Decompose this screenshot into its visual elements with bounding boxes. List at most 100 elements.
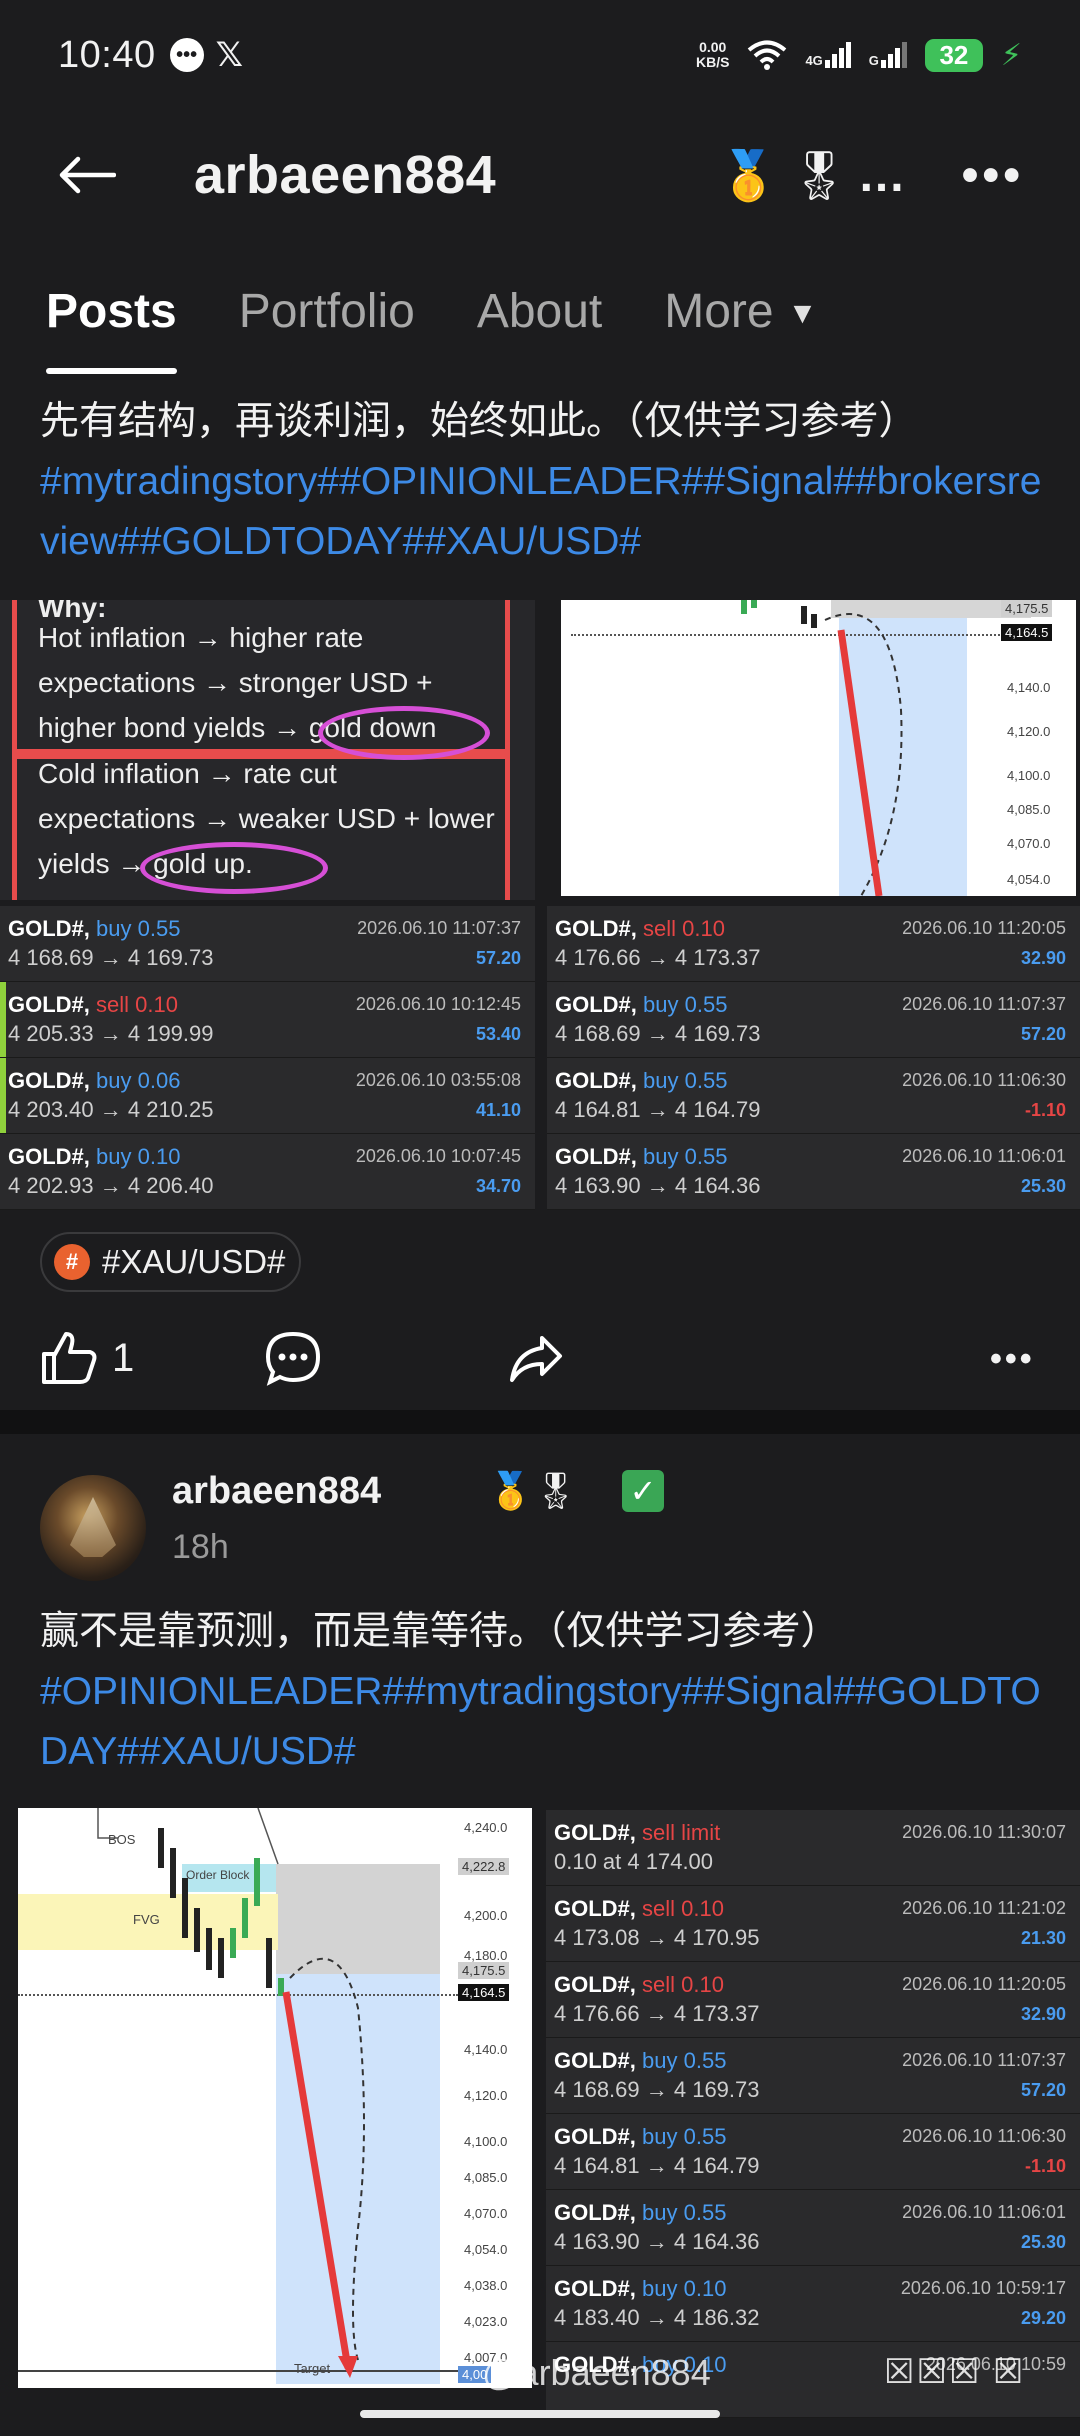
trade-history[interactable]: GOLD#, sell limit 2026.06.10 11:30:07 0.… [546,1810,1080,2418]
profile-username: arbaeen884 [194,145,497,205]
signal-4g-icon: 4G [805,42,851,68]
comment-button[interactable] [264,1330,322,1386]
tab-posts[interactable]: Posts [46,270,177,374]
trade-row: GOLD#, buy 0.55 2026.06.10 11:06:01 4 16… [547,1134,1080,1210]
post-image-notes[interactable]: Why: Hot inflation → higher rate expecta… [0,600,535,900]
profile-header: arbaeen884 🥇 🎖 ... ••• [0,120,1080,230]
note-line: expectations → stronger USD + [38,667,433,698]
post-text: 赢不是靠预测，而是靠等待。（仅供学习参考） [40,1610,840,1653]
post-more-button[interactable]: ••• [990,1340,1035,1379]
tab-more[interactable]: More ▼ [664,270,817,374]
trade-row: GOLD#, buy 0.06 2026.06.10 03:55:08 4 20… [0,1058,535,1134]
axis-label: 4,180.0 [464,1948,508,1963]
verified-check-icon: ✓ [622,1470,664,1512]
trade-row: GOLD#, buy 0.55 2026.06.10 11:06:30 4 16… [547,1058,1080,1134]
share-button[interactable] [508,1330,564,1386]
post-hashtags[interactable]: #OPINIONLEADER##mytradingstory##Signal##… [40,1662,1050,1782]
back-arrow-icon[interactable] [56,142,136,209]
like-button[interactable]: 1 [40,1330,134,1386]
more-options-icon[interactable]: ••• [962,148,1024,203]
like-count: 1 [112,1335,135,1380]
military-medal-icon[interactable]: 🎖 [789,147,850,204]
trade-arrow [741,600,903,896]
tab-portfolio[interactable]: Portfolio [239,270,415,374]
axis-label: 4,100.0 [1007,768,1051,783]
thumbs-up-icon [42,1332,97,1384]
axis-label: 4,240.0 [464,1820,508,1835]
chart-drawing [97,1808,365,2378]
post-body[interactable]: 先有结构，再谈利润，始终如此。（仅供学习参考） #mytradingstory#… [40,392,1050,572]
trade-row: GOLD#, sell limit 2026.06.10 11:30:07 0.… [546,1810,1080,1886]
axis-label: 4,054.0 [1007,872,1051,887]
axis-label: 4,120.0 [1007,724,1051,739]
x-notification-icon: 𝕏 [215,36,243,74]
comment-icon [265,1331,321,1386]
home-indicator[interactable] [360,2410,720,2418]
price-tag: 4,222.8 [458,1858,510,1875]
order-block-label: Order Block [186,1868,250,1882]
battery-indicator: 32 [924,38,983,72]
more-options-icon: ••• [990,1340,1035,1378]
axis-label: 4,140.0 [464,2042,508,2057]
bos-label: BOS [108,1832,136,1847]
trade-row: GOLD#, buy 0.10 2026.06.10 10:07:45 4 20… [0,1134,535,1210]
axis-label: 4,140.0 [1007,680,1051,695]
watermark: @arbaeen884 [482,2352,711,2393]
wifi-icon [748,40,787,70]
post-hashtags[interactable]: #mytradingstory##OPINIONLEADER##Signal##… [40,452,1050,572]
post-timestamp: 18h [172,1528,229,1566]
fvg-label: FVG [133,1912,160,1927]
trade-row: GOLD#, buy 0.55 2026.06.10 11:06:01 4 16… [546,2190,1080,2266]
axis-label: 4,038.0 [464,2278,508,2293]
axis-label: 4,085.0 [464,2170,508,2185]
price-tag: 4,175.5 [1001,600,1053,617]
target-label: Target [294,2361,331,2376]
trade-history-right[interactable]: GOLD#, sell 0.10 2026.06.10 11:20:05 4 1… [547,906,1080,1210]
trade-row: GOLD#, sell 0.10 2026.06.10 11:21:02 4 1… [546,1886,1080,1962]
note-line: Cold inflation → rate cut [38,758,337,789]
trade-row: GOLD#, sell 0.10 2026.06.10 11:20:05 4 1… [547,906,1080,982]
trade-row: GOLD#, buy 0.55 2026.06.10 11:06:30 4 16… [546,2114,1080,2190]
network-speed: 0.00 KB/S [696,40,729,70]
trade-row: GOLD#, buy 0.10 2026.06.10 10:59:17 4 18… [546,2266,1080,2342]
axis-label: 4,023.0 [464,2314,508,2329]
axis-label: 4,200.0 [464,1908,508,1923]
post-image-chart[interactable]: BOS Order Block FVG Target 4,240.0 4,222… [18,1808,532,2388]
gold-medal-icon[interactable]: 🥇 [719,147,779,204]
price-tag-current: 4,164.5 [1001,624,1053,641]
axis-label: 4,120.0 [464,2088,508,2103]
status-bar: 10:40 ••• 𝕏 0.00 KB/S 4G G 32 ⚡ [0,0,1080,110]
axis-label: 4,070.0 [464,2206,508,2221]
trade-row: GOLD#, buy 0.55 2026.06.10 11:07:37 4 16… [546,2038,1080,2114]
axis-label: 4,100.0 [464,2134,508,2149]
note-line: Hot inflation → higher rate [38,622,364,653]
trade-row: GOLD#, buy 0.55 2026.06.10 11:07:37 4 16… [547,982,1080,1058]
more-badges-icon[interactable]: ... [860,148,906,203]
trade-history-left[interactable]: GOLD#, buy 0.55 2026.06.10 11:07:37 4 16… [0,906,535,1210]
topic-label: #XAU/USD# [102,1243,286,1280]
axis-label: 4,085.0 [1007,802,1051,817]
note-line: expectations → weaker USD + lower [38,803,495,834]
trade-row: GOLD#, sell 0.10 2026.06.10 11:20:05 4 1… [546,1962,1080,2038]
price-tag: 4,175.5 [458,1962,510,1979]
author-badges: 🥇🎖 [488,1470,579,1511]
post-divider [0,1410,1080,1434]
trade-row: GOLD#, buy 0.55 2026.06.10 11:07:37 4 16… [0,906,535,982]
topic-chip[interactable]: # #XAU/USD# [40,1232,302,1292]
watermark-glyphs: ☒☒☒ ☒ [884,2353,1026,2391]
post-image-chart[interactable]: 4,175.5 4,164.5 4,140.0 4,120.0 4,100.0 … [561,600,1076,896]
price-tag-current: 4,164.5 [458,1984,510,2001]
signal-g-icon: G [869,42,907,68]
caret-down-icon: ▼ [787,297,818,331]
post-text: 先有结构，再谈利润，始终如此。（仅供学习参考） [40,400,918,443]
post-body[interactable]: 赢不是靠预测，而是靠等待。（仅供学习参考） #OPINIONLEADER##my… [40,1602,1050,1782]
charging-icon: ⚡ [1000,38,1022,72]
avatar[interactable] [40,1475,146,1581]
status-time: 10:40 [58,33,156,76]
highlight-circle [318,706,490,760]
net-speed-unit: KB/S [696,54,730,70]
profile-tabs: Posts Portfolio About More ▼ [0,270,1080,380]
author-name[interactable]: arbaeen884 [172,1470,381,1513]
tab-about[interactable]: About [477,270,602,374]
chat-notification-icon: ••• [169,38,204,72]
